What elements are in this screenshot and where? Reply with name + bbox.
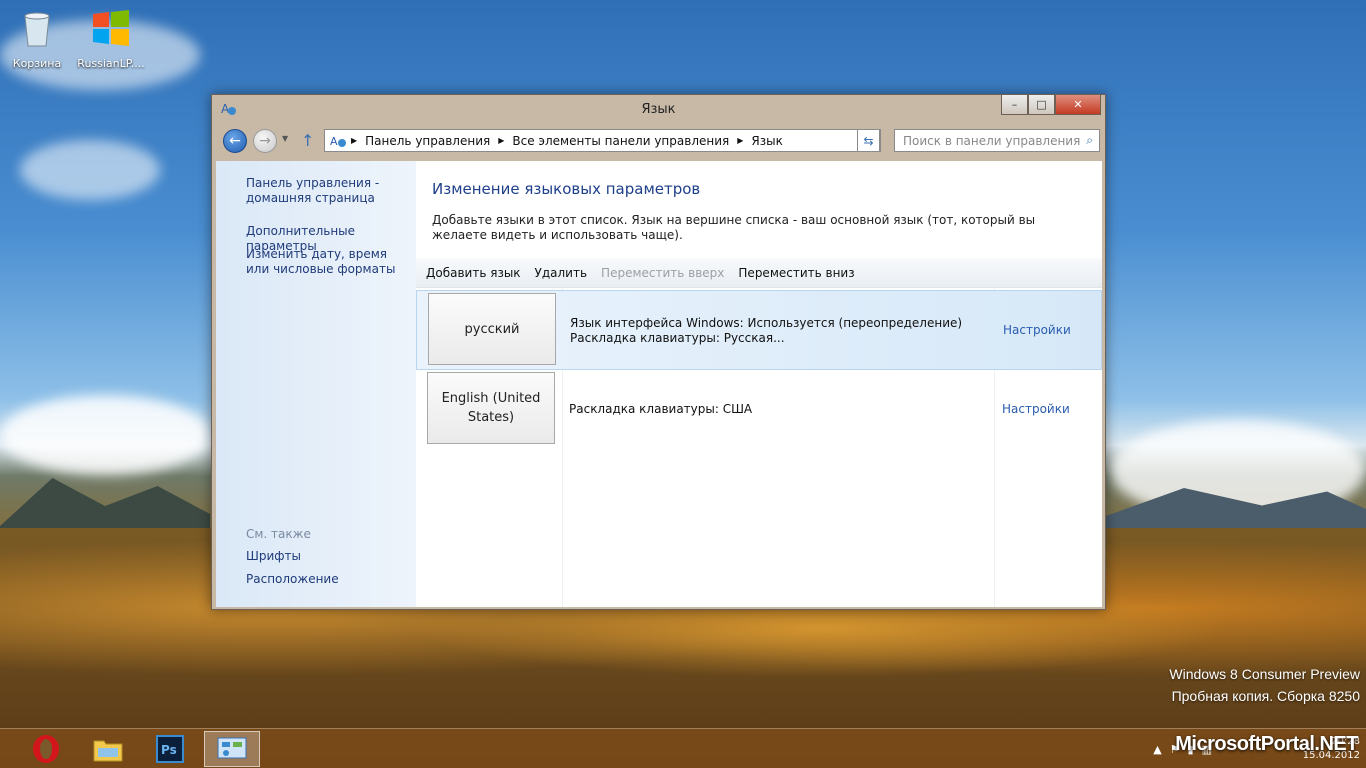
opera-icon [33,735,59,763]
sidebar-link-fonts[interactable]: Шрифты [246,549,411,564]
photoshop-icon: Ps [156,735,184,763]
breadcrumb-language[interactable]: Язык [751,134,782,148]
sidebar: Панель управления - домашняя страница До… [216,161,416,607]
taskbar: Ps ▲ ⚑ ▮ ▥ 20:28 15.04.2012 MicrosoftPor… [0,728,1366,768]
refresh-button[interactable]: ⇆ [857,129,880,152]
chevron-right-icon[interactable]: ▶ [351,136,357,145]
titlebar[interactable]: A Язык – □ ✕ [212,95,1105,125]
address-bar[interactable]: A ▶ Панель управления ▶ Все элементы пан… [324,129,881,152]
arrow-right-icon: → [259,133,271,149]
move-down-button[interactable]: Переместить вниз [738,266,854,280]
language-tile[interactable]: русский [428,293,556,365]
language-info-line: Раскладка клавиатуры: США [569,402,753,416]
breadcrumb-control-panel[interactable]: Панель управления [365,134,490,148]
svg-text:A: A [330,135,338,148]
site-watermark: MicrosoftPortal.NET [1175,733,1358,755]
search-icon[interactable]: ⌕ [1086,133,1093,148]
content-area: Панель управления - домашняя страница До… [216,161,1102,607]
forward-button[interactable]: → [253,129,277,153]
language-app-icon: A [330,135,346,148]
window-title: Язык [641,102,676,117]
maximize-button[interactable]: □ [1028,95,1055,115]
language-info-line: Язык интерфейса Windows: Используется (п… [570,316,963,330]
language-info: Язык интерфейса Windows: Используется (п… [570,316,962,346]
sidebar-link-location[interactable]: Расположение [246,572,411,587]
page-title: Изменение языковых параметров [432,180,701,198]
language-info-line: Раскладка клавиатуры: Русская... [570,331,785,345]
sidebar-link-date-time-formats[interactable]: Изменить дату, время или числовые формат… [246,247,411,277]
minimize-button[interactable]: – [1001,95,1028,115]
svg-text:Ps: Ps [161,743,177,757]
language-info: Раскладка клавиатуры: США [569,402,752,417]
remove-language-button[interactable]: Удалить [535,266,588,280]
show-hidden-icons-icon[interactable]: ▲ [1153,743,1161,756]
cloud [20,140,160,200]
cloud [0,395,210,475]
desktop-icon-recycle-bin[interactable]: Корзина [2,6,72,70]
sidebar-link-control-panel-home[interactable]: Панель управления - домашняя страница [246,176,411,206]
close-button[interactable]: ✕ [1055,95,1101,115]
main-panel: Изменение языковых параметров Добавьте я… [416,161,1102,607]
language-settings-link[interactable]: Настройки [1003,323,1071,337]
up-button[interactable]: ↑ [301,131,314,150]
navigation-bar: ← → ▼ ↑ A ▶ Панель управления ▶ Все элем… [212,125,1105,157]
arrow-left-icon: ← [229,133,241,149]
watermark-line: Пробная копия. Сборка 8250 [1171,688,1360,704]
language-tile[interactable]: English (United States) [427,372,555,444]
search-input[interactable]: Поиск в панели управления ⌕ [894,129,1100,152]
recycle-bin-icon [24,12,50,47]
refresh-icon: ⇆ [863,133,874,148]
language-settings-link[interactable]: Настройки [1002,402,1070,416]
taskbar-opera[interactable] [18,731,74,767]
add-language-button[interactable]: Добавить язык [426,266,521,280]
taskbar-photoshop[interactable]: Ps [142,731,198,767]
windows-logo-icon [93,10,129,46]
language-row-russian[interactable]: русский Язык интерфейса Windows: Использ… [416,290,1102,370]
move-up-button[interactable]: Переместить вверх [601,266,724,280]
chevron-right-icon[interactable]: ▶ [737,136,743,145]
recent-pages-dropdown-icon[interactable]: ▼ [282,134,288,143]
page-description: Добавьте языки в этот список. Язык на ве… [432,213,1036,242]
search-placeholder: Поиск в панели управления [903,134,1081,148]
desktop-icon-russianlp[interactable]: RussianLP.... [76,6,146,70]
see-also-heading: См. также [246,527,311,541]
control-panel-icon [217,737,247,759]
language-window: A Язык – □ ✕ ← → ▼ ↑ A ▶ Панель управлен… [211,94,1106,610]
taskbar-control-panel[interactable] [204,731,260,767]
desktop-icon-label: RussianLP.... [77,57,145,70]
language-row-english[interactable]: English (United States) Раскладка клавиа… [416,369,1102,449]
back-button[interactable]: ← [223,129,247,153]
build-watermark: Windows 8 Consumer Preview Пробная копия… [1169,666,1360,704]
taskbar-explorer[interactable] [80,731,136,767]
folder-icon [93,740,123,762]
chevron-right-icon[interactable]: ▶ [498,136,504,145]
desktop-icon-label: Корзина [12,57,62,70]
language-toolbar: Добавить язык Удалить Переместить вверх … [416,258,1102,288]
watermark-line: Windows 8 Consumer Preview [1169,666,1360,682]
breadcrumb-all-items[interactable]: Все элементы панели управления [512,134,729,148]
